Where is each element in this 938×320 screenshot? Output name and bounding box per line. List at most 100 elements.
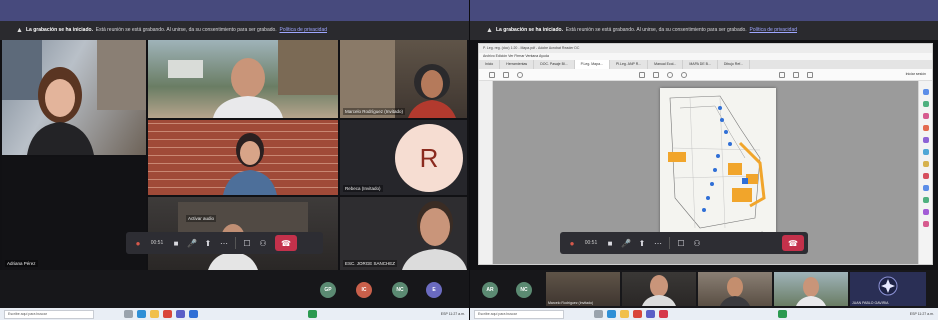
participant-thumbnail[interactable] (622, 272, 696, 306)
excel-icon[interactable] (778, 310, 787, 318)
task-view-icon[interactable] (124, 310, 133, 318)
print-icon[interactable] (503, 72, 509, 78)
privacy-policy-link[interactable]: Política de privacidad (279, 27, 327, 33)
pdf-tab[interactable]: Pl.Leg. ANP R... (610, 60, 649, 69)
system-tray-clock[interactable]: ESP 11:27 a.m. (441, 312, 469, 316)
tool-icon[interactable] (923, 113, 929, 119)
zoom-out-icon[interactable] (667, 72, 673, 78)
participant-video-woman[interactable] (2, 40, 146, 155)
chat-icon[interactable]: ☐ (673, 235, 689, 251)
avatar-initials: AR (486, 287, 494, 293)
share-screen-icon[interactable]: ⬆ (634, 235, 650, 251)
participant-avatar[interactable]: IC (356, 282, 372, 298)
tool-icon[interactable] (923, 89, 929, 95)
pdf-tab-active[interactable]: P.Leg. Mapa... (574, 60, 610, 69)
tool-icon[interactable] (923, 161, 929, 167)
pdf-tab[interactable]: MAPA DE B... (683, 60, 718, 69)
participant-name: Marcelo Rodríguez (Invitado) (343, 108, 406, 115)
pdf-menu-bar[interactable]: Archivo Edición Ver Firmar Ventana Ayuda (479, 53, 932, 60)
teams-title-bar (0, 0, 469, 21)
mail-icon[interactable] (189, 310, 198, 318)
tool-icon[interactable] (923, 185, 929, 191)
taskbar-search-input[interactable]: Escribe aquí para buscar (474, 309, 564, 319)
camera-icon[interactable]: ■ (602, 235, 618, 251)
sign-icon[interactable] (807, 72, 813, 78)
comment-icon[interactable] (779, 72, 785, 78)
chat-icon[interactable]: ☐ (239, 235, 255, 251)
participant-portrait (642, 275, 676, 306)
pdf-tab[interactable]: DOC. Pasaje Bl... (534, 60, 575, 69)
microphone-icon[interactable]: 🎤 (618, 235, 634, 251)
share-screen-icon[interactable]: ⬆ (200, 235, 216, 251)
select-tool-icon[interactable] (653, 72, 659, 78)
participant-avatar[interactable]: NC (392, 282, 408, 298)
camera-icon[interactable]: ■ (168, 235, 184, 251)
tool-icon[interactable] (923, 101, 929, 107)
teams-icon[interactable] (176, 310, 185, 318)
chrome-icon[interactable] (163, 310, 172, 318)
leave-call-button[interactable]: ☎ (275, 235, 297, 251)
pdf-map-page[interactable] (660, 88, 776, 248)
pdf-tab[interactable]: Herramientas (500, 60, 535, 69)
participant-tile-rebeca[interactable]: R Rebeca (Invitado) (340, 120, 467, 195)
privacy-policy-link[interactable]: Política de privacidad (749, 27, 797, 33)
acrobat-icon[interactable] (659, 310, 668, 318)
participant-video-room[interactable]: Marcelo Rodríguez (Invitado) (340, 40, 467, 118)
participant-avatar[interactable]: GP (320, 282, 336, 298)
tool-icon[interactable] (923, 209, 929, 215)
shared-screen: P. Leg. reg. (doc) 1:20 - Mapa.pdf - Ado… (470, 40, 938, 270)
taskbar-search-input[interactable]: Escribe aquí para buscar (4, 309, 94, 319)
pdf-tab[interactable]: Manual Ecol... (648, 60, 684, 69)
participant-thumbnail[interactable] (774, 272, 848, 306)
pdf-tab[interactable]: Inicio (479, 60, 501, 69)
leave-call-button[interactable]: ☎ (782, 235, 804, 251)
excel-icon[interactable] (308, 310, 317, 318)
participant-thumbnail[interactable]: JUAN PABLO GAVIRIA (850, 272, 926, 306)
more-options-icon[interactable]: ⋯ (650, 235, 666, 251)
participant-name: ESC. JORGE SANCHEZ (343, 260, 398, 267)
participant-video-man-outdoor[interactable] (148, 40, 338, 118)
edge-icon[interactable] (607, 310, 616, 318)
participant-thumbnail[interactable] (698, 272, 772, 306)
save-icon[interactable] (489, 72, 495, 78)
participant-name: JUAN PABLO GAVIRIA (852, 301, 889, 305)
participant-avatar[interactable]: E (426, 282, 442, 298)
hand-tool-icon[interactable] (639, 72, 645, 78)
more-options-icon[interactable]: ⋯ (216, 235, 232, 251)
recording-banner-text: Está reunión se está grabando. Al unirse… (565, 27, 747, 33)
participant-portrait (2, 40, 146, 155)
call-controls: ● 00:51 ■ 🎤 ⬆ ⋯ ☐ ⚇ ☎ (560, 232, 808, 254)
participant-portrait (223, 133, 277, 195)
tool-icon[interactable] (923, 197, 929, 203)
task-view-icon[interactable] (594, 310, 603, 318)
avatar-initials: NC (520, 287, 528, 293)
file-explorer-icon[interactable] (150, 310, 159, 318)
participant-avatar[interactable]: AR (482, 282, 498, 298)
tool-icon[interactable] (923, 149, 929, 155)
file-explorer-icon[interactable] (620, 310, 629, 318)
participants-icon[interactable]: ⚇ (689, 235, 705, 251)
edge-icon[interactable] (137, 310, 146, 318)
tool-icon[interactable] (923, 125, 929, 131)
search-icon[interactable] (517, 72, 523, 78)
microphone-icon[interactable]: 🎤 (184, 235, 200, 251)
participant-thumbnail[interactable]: Marcelo Rodríguez (Invitado) (546, 272, 620, 306)
participant-video-man-suit[interactable]: ESC. JORGE SANCHEZ (340, 197, 467, 270)
teams-icon[interactable] (646, 310, 655, 318)
zoom-in-icon[interactable] (681, 72, 687, 78)
sign-in-button[interactable]: Iniciar sesión (906, 72, 926, 76)
pen-icon[interactable] (793, 72, 799, 78)
participant-strip: AR NC Marcelo Rodríguez (Invitado) JUAN … (470, 270, 938, 308)
recording-banner-text: Está reunión se está grabando. Al unirse… (95, 27, 277, 33)
call-duration: 00:51 (150, 240, 164, 246)
tool-icon[interactable] (923, 173, 929, 179)
participant-avatar[interactable]: NC (516, 282, 532, 298)
tool-icon[interactable] (923, 221, 929, 227)
system-tray-clock[interactable]: ESP 11:27 a.m. (910, 312, 938, 316)
participant-video-brick[interactable] (148, 120, 338, 195)
pdf-tab[interactable]: Dibujo Ref... (718, 60, 751, 69)
participant-tile-dark[interactable]: Adriana Pérez (2, 157, 146, 270)
chrome-icon[interactable] (633, 310, 642, 318)
participants-icon[interactable]: ⚇ (255, 235, 271, 251)
tool-icon[interactable] (923, 137, 929, 143)
